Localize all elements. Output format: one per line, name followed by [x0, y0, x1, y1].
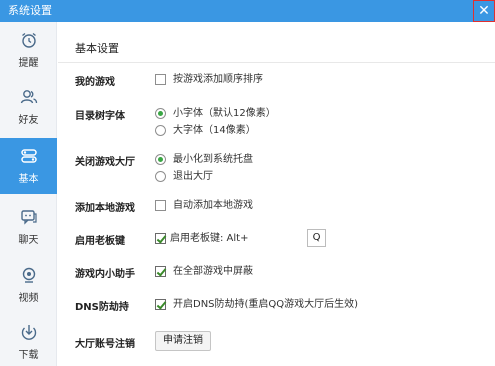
sidebar-item-basic[interactable]: 基本: [0, 138, 57, 194]
sidebar-item-reminder[interactable]: 提醒: [0, 22, 57, 78]
boss-key-text: 启用老板键: Alt+: [170, 233, 249, 244]
large-font-text: 大字体（14像素）: [173, 125, 256, 136]
section-title: 基本设置: [75, 42, 119, 55]
sidebar-item-label: 提醒: [18, 58, 39, 69]
boss-key-hotkey-input[interactable]: Q: [307, 229, 326, 247]
checkbox-checked[interactable]: [155, 266, 166, 277]
sidebar-item-video[interactable]: 视频: [0, 257, 57, 313]
boss-key-label: 启用老板键: [75, 236, 125, 247]
download-icon: [21, 325, 37, 340]
checkbox[interactable]: [155, 200, 166, 211]
radio-unselected[interactable]: [155, 171, 166, 182]
video-icon: [22, 267, 36, 283]
sidebar-item-friends[interactable]: 好友: [0, 79, 57, 135]
checkbox-checked[interactable]: [155, 233, 166, 244]
account-cancel-label: 大厅账号注销: [75, 339, 135, 350]
minimize-to-tray-text: 最小化到系统托盘: [173, 154, 253, 165]
block-in-all-games-text: 在全部游戏中屏蔽: [173, 266, 253, 277]
exit-lobby-text: 退出大厅: [173, 171, 213, 182]
boss-key-checkbox[interactable]: 启用老板键: Alt+ Q: [155, 229, 375, 247]
close-lobby-label: 关闭游戏大厅: [75, 157, 135, 168]
dns-protection-label: DNS防劫持: [75, 302, 129, 313]
window-title: 系统设置: [8, 4, 52, 17]
close-icon: ✕: [478, 3, 490, 19]
sidebar-item-label: 基本: [18, 174, 39, 185]
checkbox[interactable]: [155, 74, 166, 85]
request-cancel-button[interactable]: 申请注销: [155, 331, 211, 351]
settings-panel: 基本设置 我的游戏 按游戏添加顺序排序 目录树字体 小字体（默认12像素） 大字…: [58, 22, 495, 366]
alarm-clock-icon: [22, 32, 36, 48]
sidebar: 提醒 好友 基本 聊天 视频 下载: [0, 22, 57, 366]
chat-icon: [21, 210, 37, 225]
my-games-label: 我的游戏: [75, 77, 115, 88]
checkbox-checked[interactable]: [155, 299, 166, 310]
sidebar-item-label: 好友: [18, 115, 39, 126]
in-game-assistant-label: 游戏内小助手: [75, 269, 135, 280]
sidebar-item-download[interactable]: 下载: [0, 314, 57, 366]
sidebar-item-label: 聊天: [18, 235, 39, 246]
friends-icon: [20, 90, 38, 104]
divider: [58, 62, 495, 63]
auto-add-local-games-text: 自动添加本地游戏: [173, 200, 253, 211]
tree-font-label: 目录树字体: [75, 111, 125, 122]
radio-selected[interactable]: [155, 108, 166, 119]
dns-protection-text: 开启DNS防劫持(重启QQ游戏大厅后生效): [173, 299, 359, 310]
small-font-text: 小字体（默认12像素）: [173, 108, 276, 119]
sort-by-add-order-text: 按游戏添加顺序排序: [173, 74, 263, 85]
sidebar-item-chat[interactable]: 聊天: [0, 199, 57, 255]
close-button[interactable]: ✕: [473, 0, 495, 22]
radio-unselected[interactable]: [155, 125, 166, 136]
radio-selected[interactable]: [155, 154, 166, 165]
title-bar: 系统设置 ✕: [0, 0, 495, 22]
basic-settings-icon: [21, 149, 37, 163]
sidebar-item-label: 视频: [18, 293, 39, 304]
add-local-games-label: 添加本地游戏: [75, 203, 135, 214]
sidebar-item-label: 下载: [18, 350, 39, 361]
